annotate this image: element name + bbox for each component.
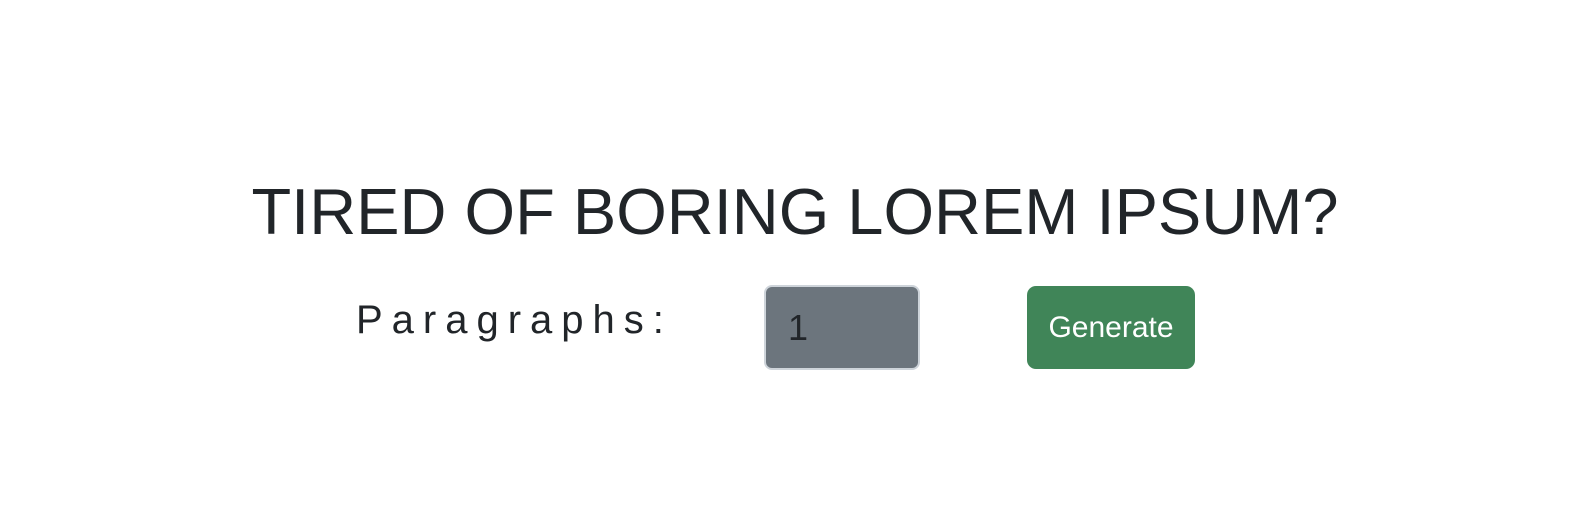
page-title: TIRED OF BORING LOREM IPSUM? xyxy=(251,175,1339,248)
generate-button[interactable]: Generate xyxy=(1027,286,1195,369)
paragraphs-label: Paragraphs: xyxy=(356,298,673,342)
generator-form: Paragraphs: Generate xyxy=(0,285,1590,372)
page: TIRED OF BORING LOREM IPSUM? Paragraphs:… xyxy=(0,0,1590,506)
paragraphs-count-input[interactable] xyxy=(764,285,920,370)
